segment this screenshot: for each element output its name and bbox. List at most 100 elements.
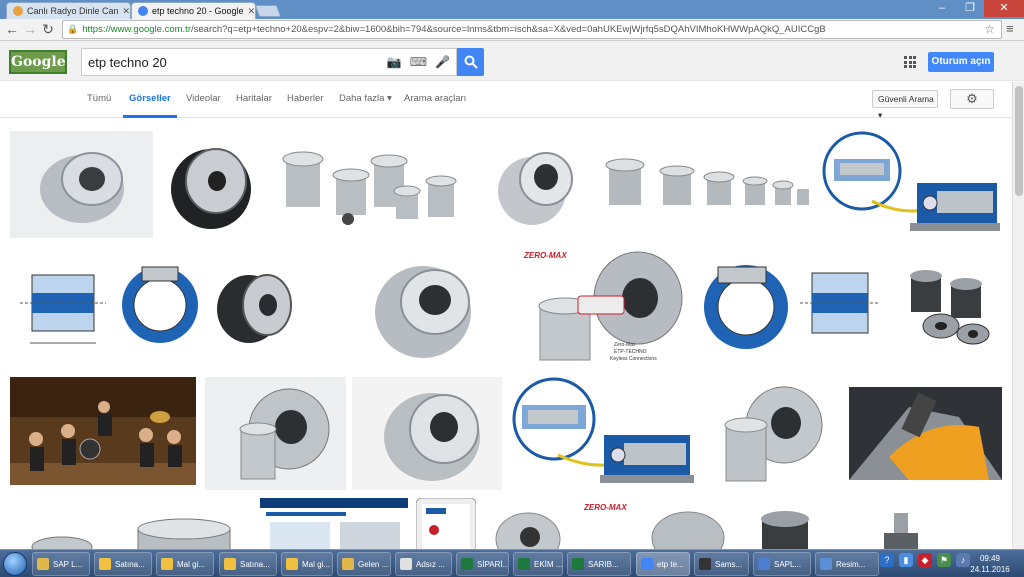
image-result[interactable] — [603, 151, 813, 219]
taskbar-item[interactable]: Sams... — [694, 552, 749, 576]
image-result[interactable] — [352, 377, 502, 490]
image-result[interactable] — [10, 377, 196, 485]
image-result[interactable] — [484, 499, 570, 549]
search-icon — [464, 55, 478, 69]
maximize-icon[interactable]: ❐ — [956, 0, 984, 17]
image-result[interactable] — [704, 377, 841, 490]
signin-button[interactable]: Oturum açın — [928, 52, 994, 72]
app-icon — [820, 558, 832, 570]
taskbar-item[interactable]: Gelen ... — [337, 552, 391, 576]
address-bar[interactable]: 🔒 https://www.google.com.tr /search?q=et… — [62, 20, 1002, 39]
taskbar-item[interactable]: SAP L... — [32, 552, 90, 576]
security-icon[interactable]: ◆ — [918, 553, 932, 567]
search-input[interactable]: etp techno 20 📷 ⌨ 🎤 — [81, 48, 457, 76]
cross-section-diagram — [822, 131, 1002, 238]
image-result[interactable] — [416, 498, 476, 549]
app-icon — [342, 558, 354, 570]
image-result[interactable] — [901, 256, 1002, 357]
svg-text:Keyless Connections: Keyless Connections — [610, 356, 657, 362]
browser-menu-icon[interactable]: ≡ — [1006, 22, 1014, 36]
taskbar-item[interactable]: Adsız ... — [395, 552, 452, 576]
image-result[interactable] — [849, 387, 1002, 480]
close-tab-icon[interactable]: ✕ — [119, 6, 130, 17]
taskbar-item[interactable]: Satına... — [94, 552, 152, 576]
tab-all[interactable]: Tümü — [87, 93, 111, 104]
scrollbar-thumb[interactable] — [1015, 86, 1023, 196]
image-result[interactable] — [343, 246, 507, 369]
tab-videos[interactable]: Videolar — [186, 93, 221, 104]
hub-image — [161, 131, 269, 238]
image-result[interactable]: ZERO-MAX Zero-Max ETP-TECHNO Keyless Con… — [518, 246, 688, 369]
browser-tab-title: Canlı Radyo Dinle Can — [27, 6, 119, 16]
keyboard-icon[interactable]: ⌨ — [410, 55, 427, 69]
taskbar-item[interactable]: Mal gi... — [281, 552, 333, 576]
reload-icon[interactable]: ↻ — [40, 21, 56, 37]
page-scrollbar[interactable] — [1012, 82, 1024, 549]
microphone-icon[interactable]: 🎤 — [435, 55, 450, 69]
app-icon — [461, 558, 473, 570]
forward-arrow-icon[interactable]: → — [22, 21, 38, 37]
taskbar-item[interactable]: Satına... — [219, 552, 277, 576]
hub-image — [704, 377, 841, 490]
taskbar-item[interactable]: Resim... — [815, 552, 879, 576]
image-result[interactable] — [278, 131, 464, 238]
app-icon — [161, 558, 173, 570]
taskbar-item-label: Satına... — [240, 559, 270, 569]
image-result[interactable] — [840, 499, 962, 549]
hub-image — [343, 246, 507, 369]
radio-favicon-icon — [13, 6, 23, 16]
url-host: https://www.google.com.tr — [82, 24, 191, 35]
image-result[interactable] — [205, 377, 346, 490]
taskbar-item-label: SARIB... — [588, 559, 619, 569]
image-result[interactable] — [161, 131, 269, 238]
hub-image — [205, 377, 346, 490]
safesearch-dropdown[interactable]: Güvenli Arama ▾ — [872, 90, 938, 120]
image-result[interactable] — [10, 131, 153, 238]
taskbar-item[interactable]: SARIB... — [567, 552, 631, 576]
image-result[interactable] — [510, 377, 696, 490]
image-result[interactable] — [10, 525, 109, 549]
search-button[interactable] — [457, 48, 484, 76]
bookmark-star-icon[interactable]: ☆ — [984, 22, 995, 36]
taskbar-clock[interactable]: 09:49 24.11.2016 — [960, 553, 1020, 575]
browser-tab-google[interactable]: etp techno 20 - Google ✕ — [131, 2, 256, 19]
zero-max-product-image: ZERO-MAX Zero-Max ETP-TECHNO Keyless Con… — [518, 246, 688, 369]
taskbar-item[interactable]: etp te... — [636, 552, 690, 576]
google-logo[interactable]: Google — [9, 50, 67, 74]
image-result[interactable] — [211, 265, 301, 349]
apps-grid-icon[interactable] — [904, 56, 916, 68]
start-button[interactable] — [3, 552, 27, 576]
tab-news[interactable]: Haberler — [287, 93, 323, 104]
flag-icon[interactable]: ⚑ — [937, 553, 951, 567]
image-result[interactable] — [10, 253, 203, 360]
gear-icon[interactable]: ⚙ — [950, 89, 994, 109]
taskbar-item[interactable]: Mal gi... — [156, 552, 214, 576]
tab-search-tools[interactable]: Arama araçları — [404, 93, 466, 104]
tab-images[interactable]: Görseller — [123, 93, 177, 118]
browser-tab-radio[interactable]: Canlı Radyo Dinle Can ✕ — [6, 2, 131, 19]
minimize-icon[interactable]: – — [928, 0, 956, 17]
taskbar-item[interactable]: SAPL... — [753, 552, 811, 576]
network-icon[interactable]: ▮ — [899, 553, 913, 567]
image-result[interactable] — [738, 499, 832, 549]
search-type-tabs: Tümü Görseller Videolar Haritalar Haberl… — [0, 82, 1024, 120]
taskbar-item[interactable]: SİPARİ... — [456, 552, 509, 576]
tab-maps[interactable]: Haritalar — [236, 93, 272, 104]
taskbar-item[interactable]: EKİM ... — [513, 552, 563, 576]
image-result[interactable] — [118, 499, 250, 549]
close-window-icon[interactable]: ✕ — [984, 0, 1024, 17]
close-tab-icon[interactable]: ✕ — [244, 6, 255, 17]
tab-more[interactable]: Daha fazla ▾ — [339, 93, 392, 104]
new-tab-button[interactable] — [254, 5, 282, 17]
camera-icon[interactable]: 📷 — [387, 55, 402, 69]
help-icon[interactable]: ? — [880, 553, 894, 567]
hub-image — [352, 377, 502, 490]
taskbar-item-label: Adsız ... — [416, 559, 445, 569]
back-arrow-icon[interactable]: ← — [4, 21, 20, 37]
image-result[interactable] — [472, 131, 594, 238]
image-result[interactable] — [822, 131, 1002, 238]
image-result[interactable] — [694, 255, 892, 359]
image-result[interactable]: ZERO-MAX — [578, 498, 730, 549]
taskbar-item-label: Resim... — [836, 559, 866, 569]
image-result[interactable] — [260, 498, 408, 549]
